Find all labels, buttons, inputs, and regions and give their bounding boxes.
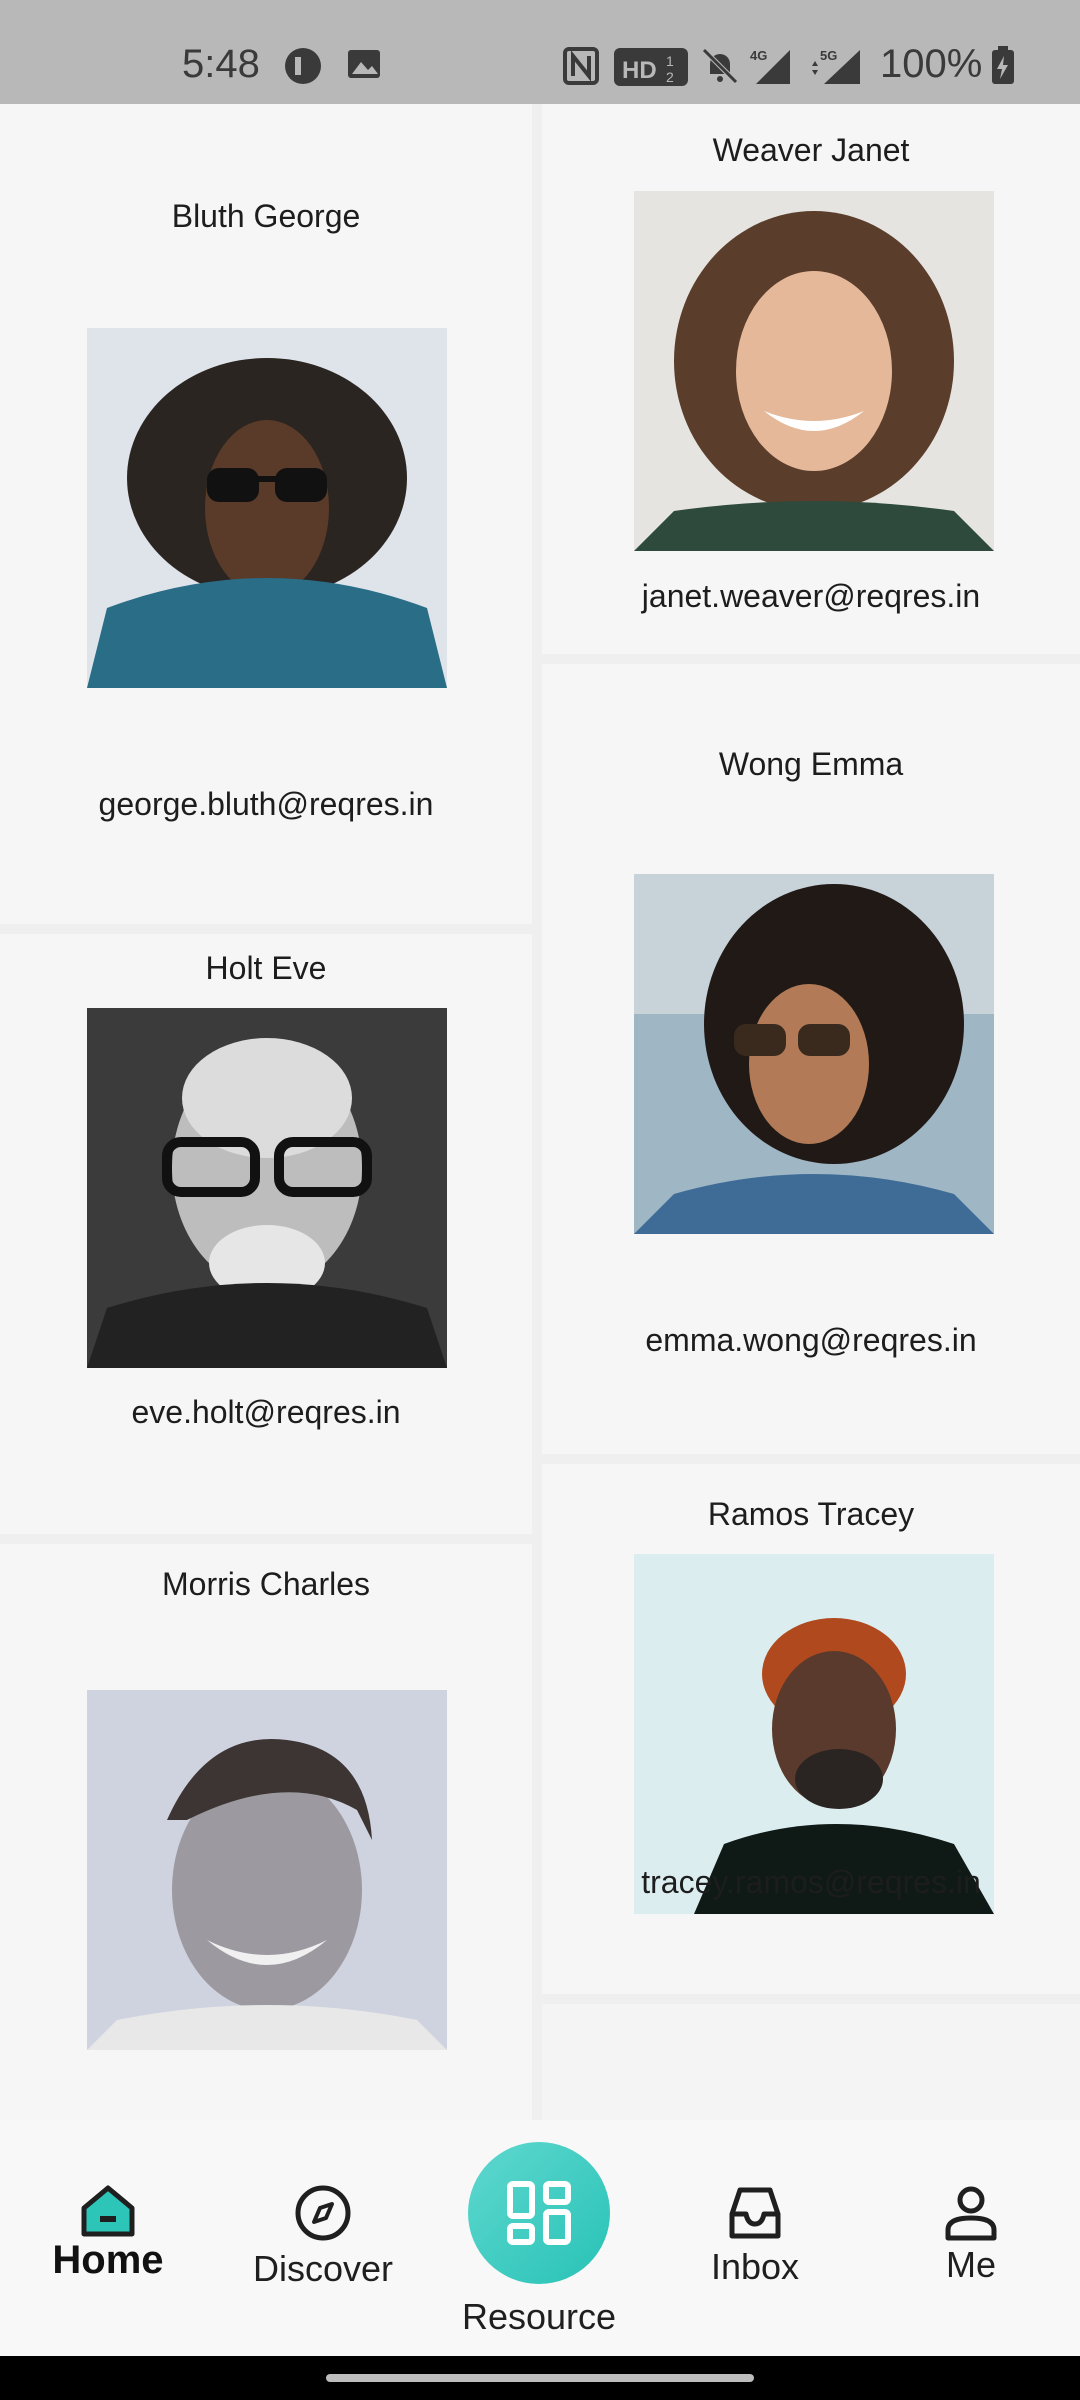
svg-text:5G: 5G — [820, 48, 837, 63]
card-separator — [0, 924, 532, 934]
grid-icon — [507, 2181, 571, 2245]
user-name: Holt Eve — [205, 950, 327, 986]
compass-icon — [295, 2185, 351, 2241]
user-email: emma.wong@reqres.in — [645, 1322, 977, 1358]
user-email: tracey.ramos@reqres.in — [641, 1864, 981, 1900]
nav-me-label: Me — [945, 2244, 996, 2285]
user-name: Weaver Janet — [712, 132, 910, 168]
nav-resource-label: Resource — [461, 2296, 617, 2337]
user-grid[interactable]: Bluth George george.bluth@reqres.in Holt… — [0, 104, 1080, 2120]
user-card[interactable]: Holt Eve eve.holt@reqres.in — [0, 934, 532, 1534]
user-card[interactable]: Bluth George george.bluth@reqres.in — [0, 104, 532, 924]
svg-text:2: 2 — [666, 69, 674, 85]
image-notification-icon — [348, 50, 380, 78]
user-avatar — [87, 328, 447, 688]
user-card[interactable]: Morris Charles — [0, 1544, 532, 2120]
user-name: Ramos Tracey — [707, 1496, 915, 1532]
signal-5g-icon: 5G — [812, 48, 860, 84]
nav-home-label: Home — [52, 2238, 164, 2282]
person-icon — [945, 2186, 997, 2241]
inbox-icon — [729, 2187, 781, 2239]
app-notification-icon — [285, 48, 321, 84]
bottom-navigation: Home Discover Resource Inbox Me — [0, 2120, 1080, 2356]
nfc-icon — [563, 47, 599, 85]
home-gesture-bar[interactable] — [326, 2374, 754, 2382]
bell-off-icon — [702, 48, 738, 84]
card-separator — [542, 1454, 1080, 1464]
nav-discover[interactable]: Discover — [233, 2184, 413, 2290]
user-name: Wong Emma — [718, 746, 904, 782]
hd-badge-icon: HD 1 2 — [614, 48, 688, 86]
battery-percent: 100% — [880, 42, 983, 86]
user-avatar — [87, 1690, 447, 2050]
status-time: 5:48 — [182, 42, 260, 86]
nav-home[interactable]: Home — [18, 2184, 198, 2283]
home-icon — [81, 2185, 135, 2237]
nav-resource-button[interactable] — [468, 2142, 610, 2284]
card-separator — [542, 654, 1080, 664]
user-avatar — [634, 1554, 994, 1914]
user-avatar — [87, 1008, 447, 1368]
battery-charging-icon — [992, 46, 1014, 84]
user-avatar — [634, 191, 994, 551]
card-separator — [542, 1994, 1080, 2004]
nav-me[interactable]: Me — [881, 2184, 1061, 2286]
gesture-area — [0, 2356, 1080, 2400]
nav-discover-label: Discover — [252, 2248, 394, 2289]
nav-resource[interactable]: Resource — [449, 2296, 629, 2338]
svg-text:1: 1 — [666, 53, 674, 69]
user-email: janet.weaver@reqres.in — [641, 578, 981, 614]
signal-4g-icon: 4G — [750, 48, 790, 84]
status-bar: 5:48 HD 1 2 4G 5G 100% — [0, 0, 1080, 104]
card-separator — [0, 1534, 532, 1544]
column-divider — [532, 104, 542, 2120]
user-name: Morris Charles — [161, 1566, 371, 1602]
nav-inbox-label: Inbox — [710, 2246, 800, 2287]
user-email: george.bluth@reqres.in — [98, 786, 434, 822]
user-card[interactable]: Ramos Tracey tracey.ramos@reqres.in — [542, 1464, 1080, 1994]
user-avatar — [634, 874, 994, 1234]
user-name: Bluth George — [171, 198, 361, 234]
user-email: eve.holt@reqres.in — [131, 1394, 401, 1430]
user-card[interactable]: Weaver Janet janet.weaver@reqres.in — [542, 104, 1080, 654]
user-card[interactable]: Wong Emma emma.wong@reqres.in — [542, 664, 1080, 1454]
svg-text:4G: 4G — [750, 48, 767, 63]
nav-inbox[interactable]: Inbox — [665, 2184, 845, 2288]
svg-text:HD: HD — [622, 57, 657, 84]
